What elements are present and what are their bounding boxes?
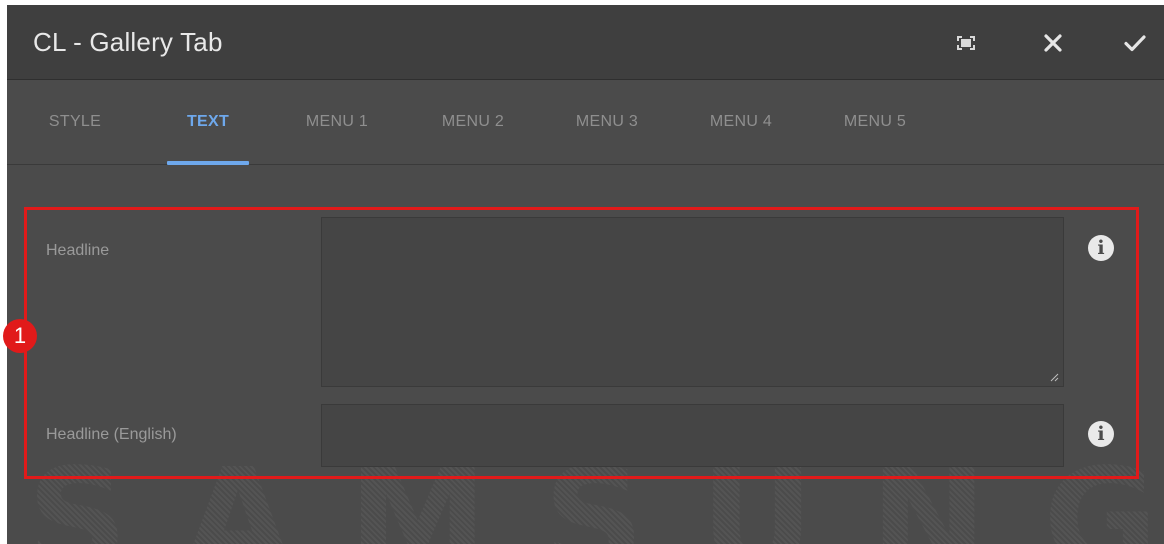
headline-label: Headline [46, 242, 110, 259]
dialog-title: CL - Gallery Tab [33, 27, 223, 57]
tab-style[interactable]: STYLE [45, 80, 105, 164]
tab-menu-5[interactable]: MENU 5 [835, 80, 915, 164]
headline-english-label: Headline (English) [46, 426, 177, 443]
tab-bar: STYLE TEXT MENU 1 MENU 2 MENU 3 MENU 4 M… [7, 80, 1164, 165]
fullscreen-button[interactable] [950, 27, 982, 59]
tab-style-label: STYLE [48, 113, 102, 130]
close-button[interactable] [1037, 27, 1069, 59]
tab-menu-4-label: MENU 4 [709, 113, 773, 130]
tab-menu-1[interactable]: MENU 1 [297, 80, 377, 164]
close-icon [1044, 34, 1062, 52]
tab-menu-2[interactable]: MENU 2 [433, 80, 513, 164]
resize-grip-icon[interactable] [1049, 372, 1059, 382]
tab-menu-4[interactable]: MENU 4 [701, 80, 781, 164]
checkmark-icon [1124, 35, 1146, 52]
tab-menu-2-label: MENU 2 [441, 113, 505, 130]
dialog-titlebar: CL - Gallery Tab [7, 5, 1164, 80]
headline-english-input[interactable] [321, 404, 1064, 467]
annotation-step-badge: 1 [3, 319, 37, 353]
headline-info-icon[interactable]: i [1088, 235, 1114, 261]
active-tab-indicator [167, 161, 249, 165]
fullscreen-icon [957, 36, 975, 50]
confirm-button[interactable] [1119, 27, 1151, 59]
tab-menu-3-label: MENU 3 [575, 113, 639, 130]
headline-english-info-icon[interactable]: i [1088, 421, 1114, 447]
dialog-window: CL - Gallery Tab STYLE TEXT MENU 1 MENU … [7, 5, 1164, 544]
tab-menu-3[interactable]: MENU 3 [567, 80, 647, 164]
tab-menu-5-label: MENU 5 [843, 113, 907, 130]
headline-textarea[interactable] [321, 217, 1064, 387]
tab-text[interactable]: TEXT [167, 80, 249, 165]
tab-menu-1-label: MENU 1 [305, 113, 369, 130]
tab-text-label: TEXT [186, 113, 230, 130]
